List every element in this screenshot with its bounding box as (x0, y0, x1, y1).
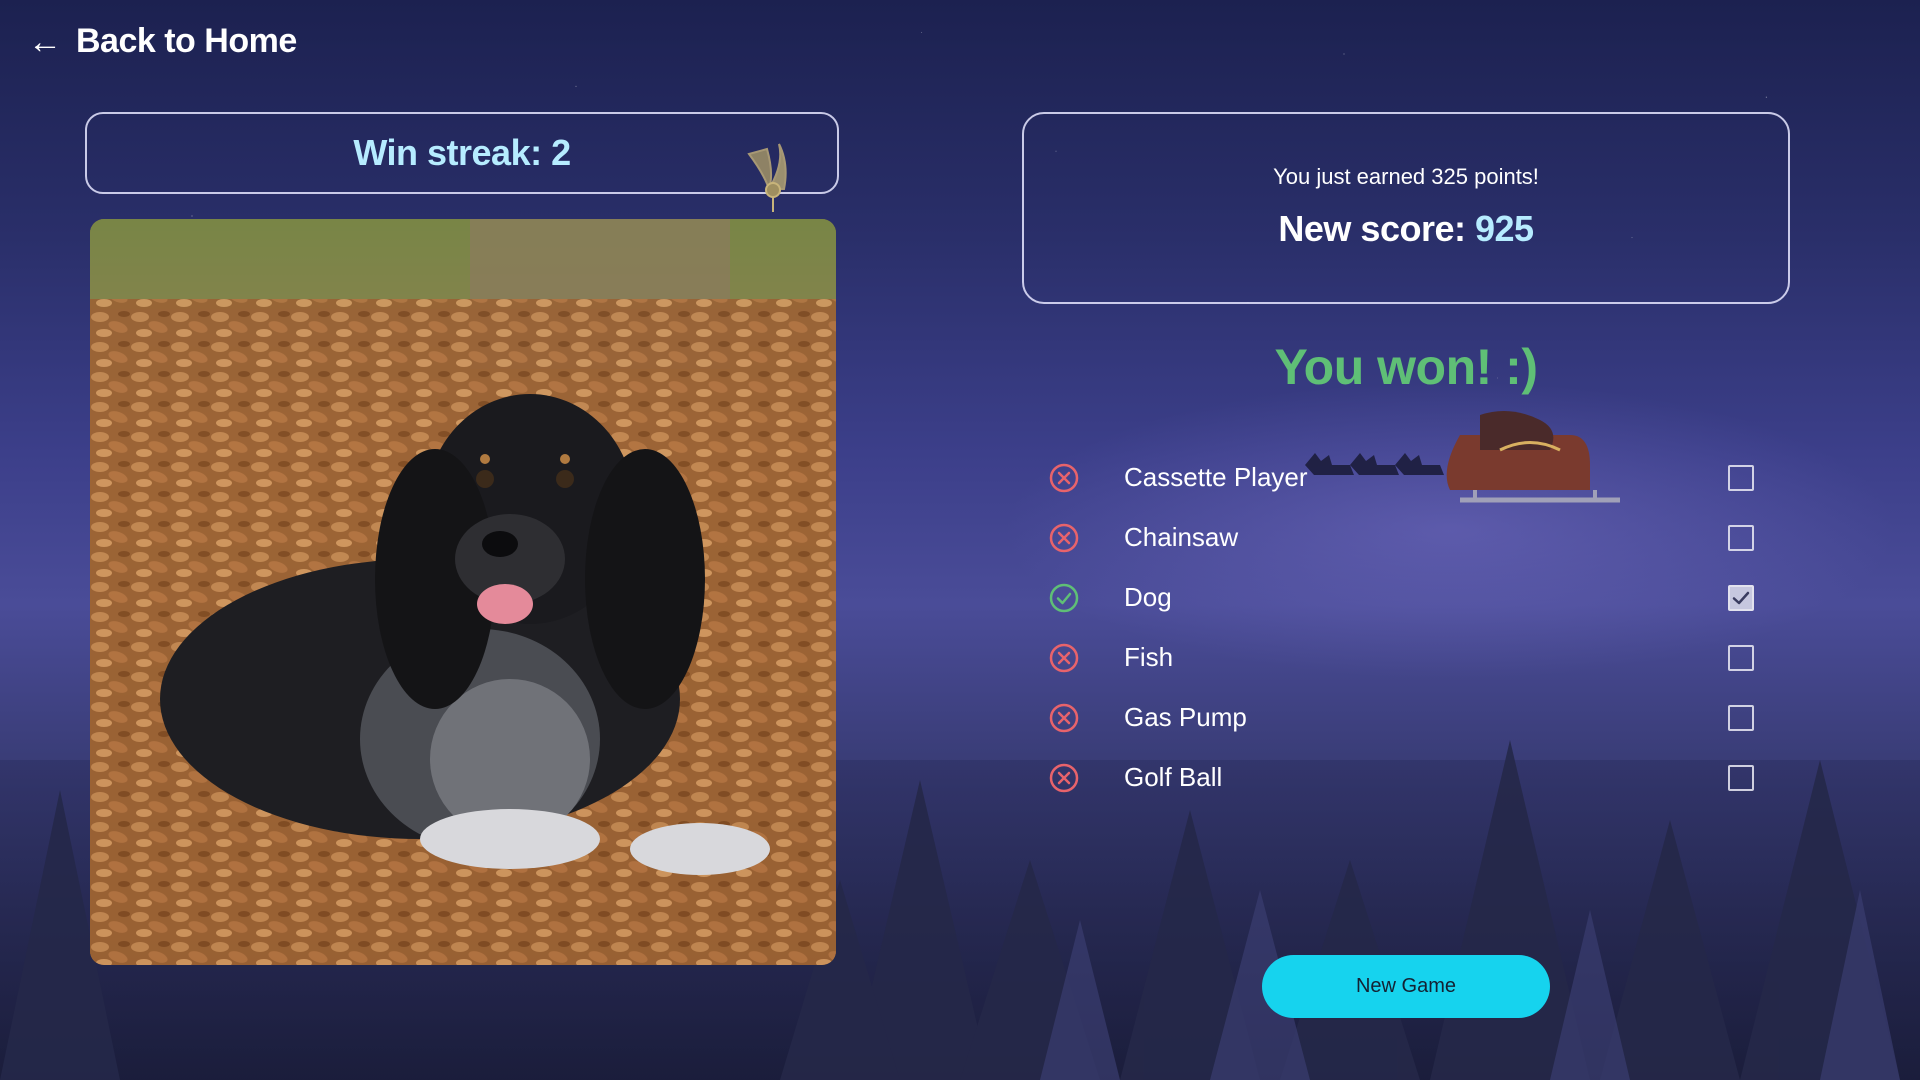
wrong-x-circle-icon (1049, 523, 1079, 553)
new-game-button[interactable]: New Game (1262, 955, 1550, 1018)
option-checkbox[interactable] (1728, 705, 1754, 731)
option-label: Dog (1124, 582, 1172, 612)
option-label: Golf Ball (1124, 762, 1223, 792)
bird-ornament-icon (747, 143, 787, 212)
option-row-fish[interactable]: Fish (1040, 628, 1780, 688)
option-label: Cassette Player (1124, 462, 1308, 492)
new-score-label: New score: (1278, 208, 1466, 249)
answer-options-list: Cassette Player Chainsaw Dog Fish Gas Pu… (1040, 448, 1780, 808)
option-label: Gas Pump (1124, 702, 1247, 732)
option-checkbox[interactable] (1728, 465, 1754, 491)
guess-image (90, 219, 836, 965)
option-label: Chainsaw (1124, 522, 1239, 552)
option-row-cassette-player[interactable]: Cassette Player (1040, 448, 1780, 508)
new-score-value: 925 (1475, 208, 1534, 249)
correct-check-circle-icon (1049, 583, 1079, 613)
option-checkbox-checked[interactable] (1728, 585, 1754, 611)
new-score-line: New score: 925 (1024, 208, 1788, 250)
back-to-home-label: Back to Home (76, 22, 297, 60)
option-checkbox[interactable] (1728, 645, 1754, 671)
points-earned-text: You just earned 325 points! (1273, 164, 1539, 189)
wrong-x-circle-icon (1049, 643, 1079, 673)
checkmark-icon (1732, 591, 1750, 605)
option-checkbox[interactable] (1728, 525, 1754, 551)
score-panel: You just earned 325 points! New score: 9… (1022, 112, 1790, 304)
win-streak-box: Win streak: 2 (85, 112, 839, 212)
option-checkbox[interactable] (1728, 765, 1754, 791)
wrong-x-circle-icon (1049, 763, 1079, 793)
result-message: You won! :) (1274, 339, 1538, 395)
dog-photo (90, 219, 836, 965)
back-to-home-link[interactable]: ← Back to Home (28, 22, 297, 61)
win-streak-label: Win streak: 2 (353, 132, 571, 173)
option-row-golf-ball[interactable]: Golf Ball (1040, 748, 1780, 808)
option-label: Fish (1124, 642, 1174, 672)
option-row-dog[interactable]: Dog (1040, 568, 1780, 628)
wrong-x-circle-icon (1049, 703, 1079, 733)
option-row-gas-pump[interactable]: Gas Pump (1040, 688, 1780, 748)
wrong-x-circle-icon (1049, 463, 1079, 493)
arrow-left-icon: ← (28, 22, 62, 61)
option-row-chainsaw[interactable]: Chainsaw (1040, 508, 1780, 568)
